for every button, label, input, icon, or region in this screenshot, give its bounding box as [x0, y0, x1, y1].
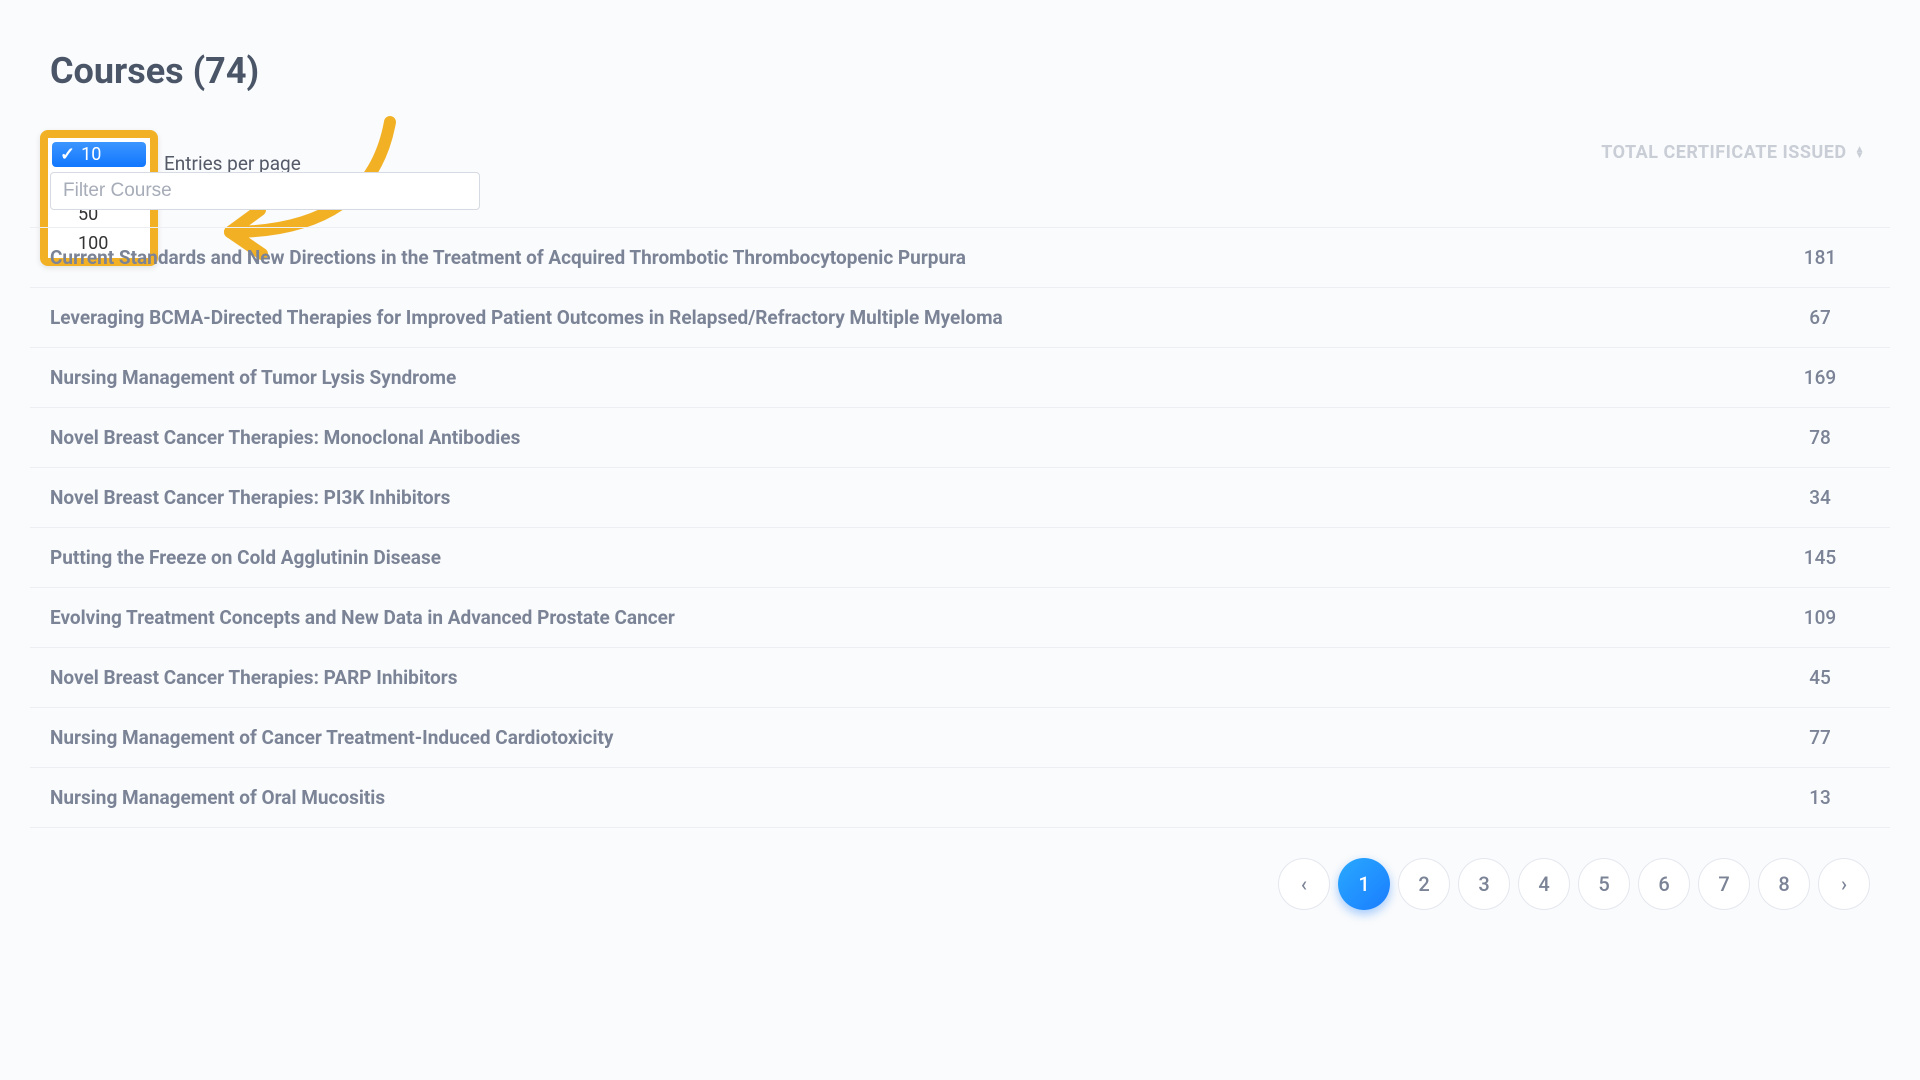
course-count: 13 [1790, 786, 1850, 809]
pagination: ‹12345678› [30, 858, 1890, 910]
course-count: 67 [1790, 306, 1850, 329]
course-name: Evolving Treatment Concepts and New Data… [50, 606, 675, 629]
table-row[interactable]: Novel Breast Cancer Therapies: PARP Inhi… [30, 648, 1890, 708]
course-count: 78 [1790, 426, 1850, 449]
course-name: Novel Breast Cancer Therapies: PARP Inhi… [50, 666, 457, 689]
course-name: Novel Breast Cancer Therapies: PI3K Inhi… [50, 486, 450, 509]
course-count: 109 [1790, 606, 1850, 629]
page-button-2[interactable]: 2 [1398, 858, 1450, 910]
table-row[interactable]: Nursing Management of Cancer Treatment-I… [30, 708, 1890, 768]
table-row[interactable]: Nursing Management of Oral Mucositis 13 [30, 768, 1890, 828]
table-row[interactable]: Evolving Treatment Concepts and New Data… [30, 588, 1890, 648]
course-count: 145 [1790, 546, 1850, 569]
entries-option-10[interactable]: ✓ 10 [52, 142, 146, 167]
table-row[interactable]: Novel Breast Cancer Therapies: Monoclona… [30, 408, 1890, 468]
course-name: Nursing Management of Cancer Treatment-I… [50, 726, 613, 749]
table-row[interactable]: Putting the Freeze on Cold Agglutinin Di… [30, 528, 1890, 588]
table-row[interactable]: Current Standards and New Directions in … [30, 227, 1890, 288]
page-button-6[interactable]: 6 [1638, 858, 1690, 910]
page-button-1[interactable]: 1 [1338, 858, 1390, 910]
check-icon: ✓ [60, 144, 75, 165]
page-button-4[interactable]: 4 [1518, 858, 1570, 910]
entries-option-label: 10 [81, 144, 101, 165]
page-button-7[interactable]: 7 [1698, 858, 1750, 910]
filter-course-input[interactable] [50, 172, 480, 210]
page-next-button[interactable]: › [1818, 858, 1870, 910]
page-button-3[interactable]: 3 [1458, 858, 1510, 910]
course-name: Novel Breast Cancer Therapies: Monoclona… [50, 426, 520, 449]
course-name: Nursing Management of Tumor Lysis Syndro… [50, 366, 456, 389]
table-row[interactable]: Leveraging BCMA-Directed Therapies for I… [30, 288, 1890, 348]
course-name: Putting the Freeze on Cold Agglutinin Di… [50, 546, 441, 569]
page-button-8[interactable]: 8 [1758, 858, 1810, 910]
course-count: 77 [1790, 726, 1850, 749]
page-button-5[interactable]: 5 [1578, 858, 1630, 910]
course-name: Current Standards and New Directions in … [50, 246, 966, 269]
table-row[interactable]: Novel Breast Cancer Therapies: PI3K Inhi… [30, 468, 1890, 528]
page-title: Courses (74) [50, 50, 1890, 92]
column-header-label: TOTAL CERTIFICATE ISSUED [1601, 142, 1846, 163]
page-prev-button[interactable]: ‹ [1278, 858, 1330, 910]
course-count: 34 [1790, 486, 1850, 509]
table-row[interactable]: Nursing Management of Tumor Lysis Syndro… [30, 348, 1890, 408]
courses-table: Current Standards and New Directions in … [30, 227, 1890, 828]
course-name: Nursing Management of Oral Mucositis [50, 786, 385, 809]
course-count: 169 [1790, 366, 1850, 389]
column-header-total-certificates[interactable]: TOTAL CERTIFICATE ISSUED ▲▼ [1601, 142, 1865, 163]
course-count: 45 [1790, 666, 1850, 689]
sort-icon: ▲▼ [1855, 147, 1865, 159]
course-count: 181 [1790, 246, 1850, 269]
course-name: Leveraging BCMA-Directed Therapies for I… [50, 306, 1003, 329]
